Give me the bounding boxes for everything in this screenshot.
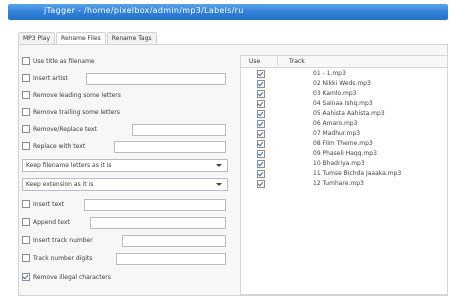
table-row[interactable]: 09 Phaseli Haqq.mp3 xyxy=(241,149,447,158)
table-row[interactable]: 12 Tumhare.mp3 xyxy=(241,179,447,188)
row-track-name: 12 Tumhare.mp3 xyxy=(313,180,364,187)
chevron-down-icon xyxy=(216,183,222,186)
filename-case-value: Keep filename letters as it is xyxy=(26,162,112,169)
table-row[interactable]: 02 Nikki Weds.mp3 xyxy=(241,79,447,88)
row-track-name: 04 Sainaa Ishq.mp3 xyxy=(313,100,373,107)
insert-artist-checkbox[interactable] xyxy=(22,74,30,82)
row-use-checkbox[interactable] xyxy=(257,90,265,98)
row-use-checkbox[interactable] xyxy=(257,110,265,118)
filename-case-select[interactable]: Keep filename letters as it is xyxy=(22,159,228,172)
insert-track-checkbox[interactable] xyxy=(22,236,30,244)
replace-with-label: Replace with text xyxy=(33,142,86,150)
remove-trailing-option[interactable]: Remove trailing some letters xyxy=(22,106,120,118)
track-digits-checkbox[interactable] xyxy=(22,254,30,262)
use-title-checkbox[interactable] xyxy=(22,57,30,65)
table-row[interactable]: 08 Film Theme.mp3 xyxy=(241,139,447,148)
table-row[interactable]: 05 Aahista Aahista.mp3 xyxy=(241,109,447,118)
table-row[interactable]: 01 - 1.mp3 xyxy=(241,69,447,78)
row-track-name: 05 Aahista Aahista.mp3 xyxy=(313,110,385,117)
remove-leading-option[interactable]: Remove leading some letters xyxy=(22,89,121,101)
options-panel: Use title as filename Insert artist Remo… xyxy=(22,55,228,295)
remove-replace-checkbox[interactable] xyxy=(22,125,30,133)
row-use-checkbox[interactable] xyxy=(257,160,265,168)
append-text-option[interactable]: Append text xyxy=(22,216,70,228)
append-text-input[interactable] xyxy=(90,217,226,229)
insert-text-input[interactable] xyxy=(84,199,226,211)
replace-with-input[interactable] xyxy=(114,141,226,153)
replace-with-checkbox[interactable] xyxy=(22,142,30,150)
row-track-name: 08 Film Theme.mp3 xyxy=(313,140,373,147)
tab-rename-files[interactable]: Rename Files xyxy=(56,32,106,44)
tab-bar: MP3 Play Rename Files Rename Tags xyxy=(18,32,158,44)
chevron-down-icon xyxy=(216,164,222,167)
remove-leading-label: Remove leading some letters xyxy=(33,91,121,99)
insert-text-option[interactable]: Insert text xyxy=(22,198,64,210)
row-use-checkbox[interactable] xyxy=(257,70,265,78)
extension-case-select[interactable]: Keep extension as it is xyxy=(22,178,228,191)
remove-leading-checkbox[interactable] xyxy=(22,91,30,99)
insert-text-checkbox[interactable] xyxy=(22,200,30,208)
track-digits-option[interactable]: Track number digits xyxy=(22,252,92,264)
track-table: Use Track 01 - 1.mp3 02 Nikki Weds.mp3 0… xyxy=(240,55,448,295)
remove-trailing-label: Remove trailing some letters xyxy=(33,108,120,116)
remove-illegal-label: Remove illegal characters xyxy=(33,273,111,281)
row-track-name: 09 Phaseli Haqq.mp3 xyxy=(313,150,377,157)
tab-rename-tags[interactable]: Rename Tags xyxy=(106,32,157,44)
row-track-name: 11 Tumse Bichda Jaaaka.mp3 xyxy=(313,170,402,177)
row-use-checkbox[interactable] xyxy=(257,120,265,128)
row-use-checkbox[interactable] xyxy=(257,130,265,138)
window-title: jTagger - /home/pixelbox/admin/mp3/Label… xyxy=(44,6,244,15)
column-header-use[interactable]: Use xyxy=(249,58,260,65)
insert-track-option[interactable]: Insert track number xyxy=(22,234,93,246)
track-digits-label: Track number digits xyxy=(33,254,93,262)
row-track-name: 10 Bhadriya.mp3 xyxy=(313,160,365,167)
table-row[interactable]: 07 Madhur.mp3 xyxy=(241,129,447,138)
insert-text-label: Insert text xyxy=(33,200,64,208)
append-text-label: Append text xyxy=(33,218,70,226)
column-divider[interactable] xyxy=(277,57,278,66)
insert-artist-input[interactable] xyxy=(86,73,226,85)
remove-illegal-checkbox[interactable] xyxy=(22,273,30,281)
title-bar: jTagger - /home/pixelbox/admin/mp3/Label… xyxy=(0,0,450,22)
table-row[interactable]: 03 Kamlo.mp3 xyxy=(241,89,447,98)
remove-replace-input[interactable] xyxy=(132,124,226,136)
table-row[interactable]: 04 Sainaa Ishq.mp3 xyxy=(241,99,447,108)
row-track-name: 07 Madhur.mp3 xyxy=(313,130,361,137)
use-title-option[interactable]: Use title as filename xyxy=(22,55,95,67)
replace-with-option[interactable]: Replace with text xyxy=(22,140,85,152)
remove-replace-label: Remove/Replace text xyxy=(33,125,97,133)
insert-track-label: Insert track number xyxy=(33,236,93,244)
table-header: Use Track xyxy=(241,56,447,68)
row-track-name: 01 - 1.mp3 xyxy=(313,70,346,77)
table-row[interactable]: 06 Amaro.mp3 xyxy=(241,119,447,128)
row-track-name: 03 Kamlo.mp3 xyxy=(313,90,357,97)
remove-trailing-checkbox[interactable] xyxy=(22,108,30,116)
insert-artist-option[interactable]: Insert artist xyxy=(22,72,68,84)
row-use-checkbox[interactable] xyxy=(257,80,265,88)
extension-case-value: Keep extension as it is xyxy=(26,181,94,188)
tab-mp3-play[interactable]: MP3 Play xyxy=(18,32,56,44)
row-use-checkbox[interactable] xyxy=(257,100,265,108)
remove-replace-option[interactable]: Remove/Replace text xyxy=(22,123,97,135)
row-use-checkbox[interactable] xyxy=(257,150,265,158)
insert-artist-label: Insert artist xyxy=(33,74,68,82)
track-digits-input[interactable] xyxy=(116,253,226,265)
row-use-checkbox[interactable] xyxy=(257,140,265,148)
append-text-checkbox[interactable] xyxy=(22,218,30,226)
row-track-name: 02 Nikki Weds.mp3 xyxy=(313,80,371,87)
use-title-label: Use title as filename xyxy=(33,57,95,65)
table-row[interactable]: 10 Bhadriya.mp3 xyxy=(241,159,447,168)
row-use-checkbox[interactable] xyxy=(257,180,265,188)
column-header-track[interactable]: Track xyxy=(289,58,305,65)
table-row[interactable]: 11 Tumse Bichda Jaaaka.mp3 xyxy=(241,169,447,178)
insert-track-input[interactable] xyxy=(122,235,226,247)
remove-illegal-option[interactable]: Remove illegal characters xyxy=(22,271,111,283)
row-use-checkbox[interactable] xyxy=(257,170,265,178)
row-track-name: 06 Amaro.mp3 xyxy=(313,120,358,127)
